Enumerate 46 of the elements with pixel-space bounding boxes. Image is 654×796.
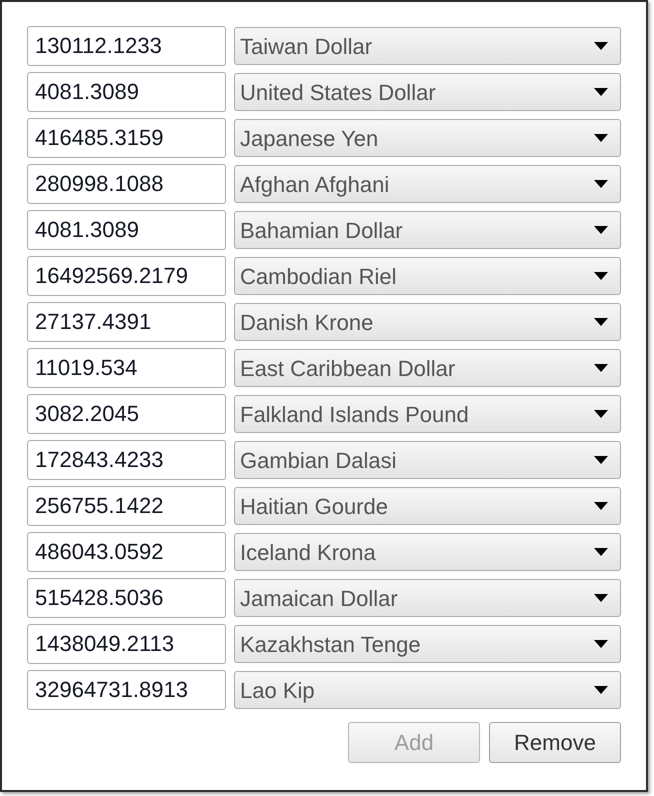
currency-dropdown[interactable]: Danish Krone (234, 303, 621, 341)
caret-icon (594, 88, 608, 96)
caret-icon (594, 640, 608, 648)
currency-dropdown[interactable]: Bahamian Dollar (234, 211, 621, 249)
amount-field[interactable]: 32964731.8913 (27, 670, 226, 710)
caret-icon (594, 364, 608, 372)
amount-field[interactable]: 4081.3089 (27, 210, 226, 250)
amount-field[interactable]: 280998.1088 (27, 164, 226, 204)
caret-icon (594, 548, 608, 556)
currency-dropdown[interactable]: Taiwan Dollar (234, 27, 621, 65)
amount-field[interactable]: 256755.1422 (27, 486, 226, 526)
amount-field[interactable]: 1438049.2113 (27, 624, 226, 664)
caret-icon (594, 410, 608, 418)
currency-dropdown[interactable]: Lao Kip (234, 671, 621, 709)
currency-dropdown[interactable]: Falkland Islands Pound (234, 395, 621, 433)
currency-dropdown[interactable]: United States Dollar (234, 73, 621, 111)
caret-icon (594, 226, 608, 234)
amount-field[interactable]: 130112.1233 (27, 26, 226, 66)
caret-icon (594, 594, 608, 602)
amount-field[interactable]: 27137.4391 (27, 302, 226, 342)
currency-dropdown[interactable]: Iceland Krona (234, 533, 621, 571)
caret-icon (594, 502, 608, 510)
amount-field[interactable]: 416485.3159 (27, 118, 226, 158)
caret-icon (594, 134, 608, 142)
caret-icon (594, 42, 608, 50)
currency-dropdown[interactable]: Afghan Afghani (234, 165, 621, 203)
amount-field[interactable]: 11019.534 (27, 348, 226, 388)
caret-icon (594, 180, 608, 188)
caret-icon (594, 272, 608, 280)
caret-icon (594, 686, 608, 694)
amount-field[interactable]: 4081.3089 (27, 72, 226, 112)
caret-icon (594, 456, 608, 464)
currency-dropdown[interactable]: Jamaican Dollar (234, 579, 621, 617)
currency-dropdown[interactable]: Kazakhstan Tenge (234, 625, 621, 663)
caret-icon (594, 318, 608, 326)
amount-field[interactable]: 486043.0592 (27, 532, 226, 572)
currency-dropdown[interactable]: Japanese Yen (234, 119, 621, 157)
remove-button[interactable]: Remove (489, 722, 621, 763)
amount-field[interactable]: 3082.2045 (27, 394, 226, 434)
currency-dropdown[interactable]: Haitian Gourde (234, 487, 621, 525)
currency-dropdown[interactable]: East Caribbean Dollar (234, 349, 621, 387)
amount-field[interactable]: 515428.5036 (27, 578, 226, 618)
currency-dropdown[interactable]: Cambodian Riel (234, 257, 621, 295)
currency-dropdown[interactable]: Gambian Dalasi (234, 441, 621, 479)
amount-field[interactable]: 172843.4233 (27, 440, 226, 480)
amount-field[interactable]: 16492569.2179 (27, 256, 226, 296)
